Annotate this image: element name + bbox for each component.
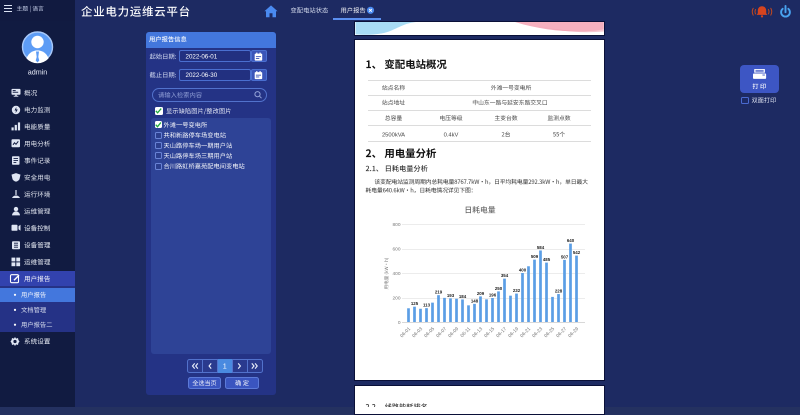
svg-text:584: 584	[537, 245, 545, 250]
svg-text:06-19: 06-19	[507, 326, 520, 339]
svg-text:125: 125	[411, 301, 419, 306]
svg-text:219: 219	[435, 290, 443, 295]
svg-text:1: 1	[223, 362, 227, 371]
svg-text:06-03: 06-03	[411, 326, 424, 339]
svg-text:06-17: 06-17	[495, 326, 508, 339]
svg-text:2022-06-01: 2022-06-01	[186, 54, 218, 61]
svg-text:113: 113	[423, 303, 431, 308]
svg-text:06-11: 06-11	[459, 326, 472, 339]
svg-text:354: 354	[501, 273, 509, 278]
svg-text:600: 600	[392, 246, 400, 252]
svg-text:228: 228	[555, 289, 563, 294]
svg-text:06-09: 06-09	[447, 326, 460, 339]
svg-text:06-23: 06-23	[531, 326, 544, 339]
svg-text:06-01: 06-01	[399, 326, 412, 339]
svg-text:06-21: 06-21	[519, 326, 532, 339]
svg-text:800: 800	[392, 222, 400, 228]
svg-text:250: 250	[495, 286, 503, 291]
svg-text:0: 0	[398, 320, 401, 326]
svg-text:2022-06-30: 2022-06-30	[186, 72, 218, 79]
svg-text:485: 485	[543, 257, 551, 262]
svg-text:admin: admin	[28, 68, 48, 77]
svg-text:06-13: 06-13	[471, 326, 484, 339]
svg-text:06-29: 06-29	[567, 326, 580, 339]
svg-text:509: 509	[531, 254, 539, 259]
svg-text:184: 184	[459, 294, 467, 299]
svg-text:200: 200	[392, 295, 400, 301]
svg-text:0.4kV: 0.4kV	[444, 132, 459, 138]
svg-text:209: 209	[477, 291, 485, 296]
svg-text:400: 400	[392, 271, 400, 277]
svg-text:542: 542	[573, 250, 581, 255]
svg-text:400: 400	[519, 268, 527, 273]
svg-text:06-07: 06-07	[435, 326, 448, 339]
svg-text:06-25: 06-25	[543, 326, 556, 339]
svg-text:2500kVA: 2500kVA	[382, 132, 405, 138]
svg-text:232: 232	[513, 288, 521, 293]
svg-text:640: 640	[567, 238, 575, 243]
svg-text:193: 193	[447, 293, 455, 298]
svg-text:06-27: 06-27	[555, 326, 568, 339]
svg-text:196: 196	[489, 292, 497, 297]
svg-text:148: 148	[471, 298, 479, 303]
svg-text:507: 507	[561, 254, 569, 259]
svg-text:06-05: 06-05	[423, 326, 436, 339]
svg-text:06-15: 06-15	[483, 326, 496, 339]
